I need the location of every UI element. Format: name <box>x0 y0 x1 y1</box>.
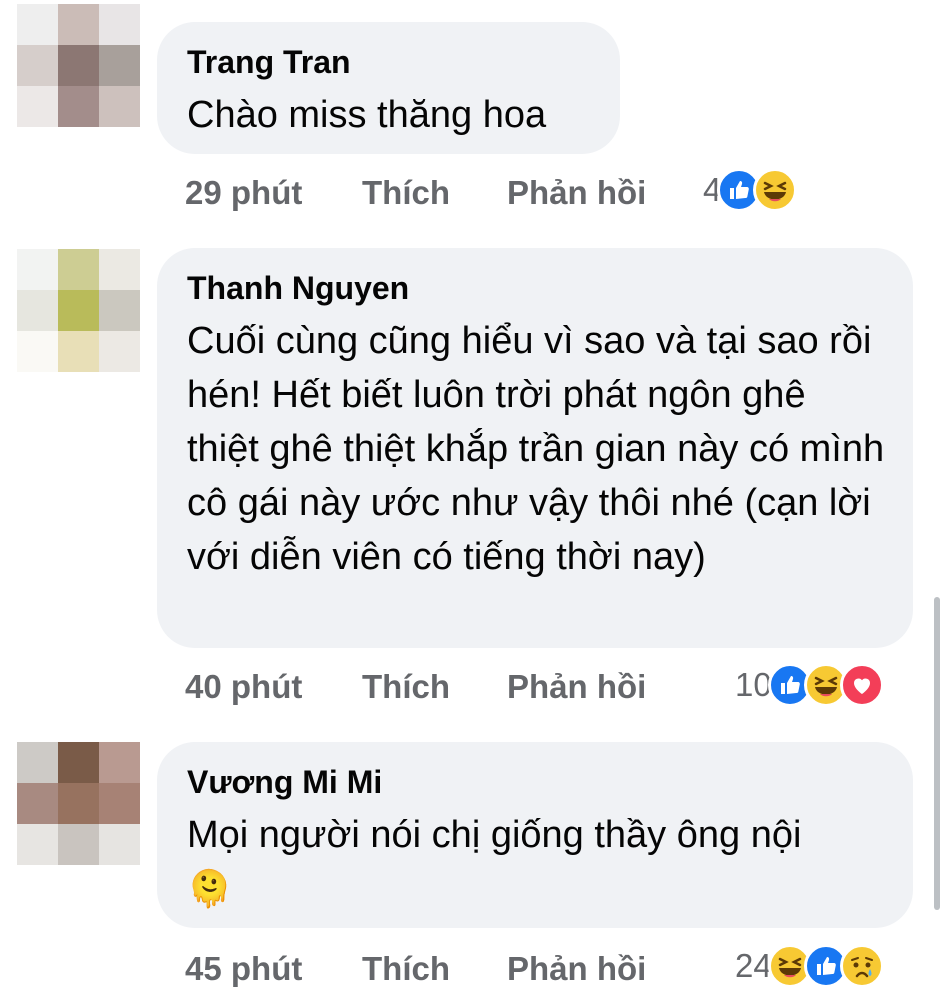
comment-actions: 40 phút Thích Phản hồi <box>185 662 646 712</box>
avatar-pixel <box>99 824 140 865</box>
avatar-pixel <box>99 290 140 331</box>
reaction-count: 24 <box>735 947 772 984</box>
avatar-pixel <box>58 86 99 127</box>
avatar-pixel <box>17 45 58 86</box>
like-button[interactable]: Thích <box>362 950 507 988</box>
avatar-pixel <box>99 4 140 45</box>
avatar-pixel <box>17 249 58 290</box>
melting-face-emoji: 🫠 <box>187 869 232 910</box>
avatar-pixel <box>99 742 140 783</box>
avatar-pixel <box>58 45 99 86</box>
comment-actions: 45 phút Thích Phản hồi <box>185 944 646 994</box>
avatar[interactable] <box>17 742 140 865</box>
avatar-pixel <box>58 824 99 865</box>
avatar-pixel <box>58 4 99 45</box>
avatar-pixel <box>17 331 58 372</box>
comment-author[interactable]: Vương Mi Mi <box>187 762 885 802</box>
avatar[interactable] <box>17 249 140 372</box>
avatar-pixel <box>99 331 140 372</box>
comment-text: Cuối cùng cũng hiểu vì sao và tại sao rồ… <box>187 320 885 578</box>
reaction-summary[interactable]: 24 <box>735 944 884 988</box>
comment-time[interactable]: 29 phút <box>185 174 362 212</box>
reaction-summary[interactable]: 4 <box>703 168 798 212</box>
reaction-summary[interactable]: 10 <box>735 663 884 707</box>
avatar-pixel <box>99 45 140 86</box>
avatar-pixel <box>17 4 58 45</box>
scrollbar[interactable] <box>934 597 940 910</box>
like-button[interactable]: Thích <box>362 668 507 706</box>
haha-icon <box>753 168 798 212</box>
avatar-pixel <box>58 249 99 290</box>
avatar[interactable] <box>17 4 140 127</box>
avatar-pixel <box>99 783 140 824</box>
comment-time[interactable]: 40 phút <box>185 668 362 706</box>
avatar-pixel <box>17 290 58 331</box>
avatar-pixel <box>58 331 99 372</box>
avatar-pixel <box>58 742 99 783</box>
avatar-pixel <box>58 290 99 331</box>
avatar-pixel <box>17 824 58 865</box>
reply-button[interactable]: Phản hồi <box>507 174 646 212</box>
comment-text: Mọi người nói chị giống thầy ông nội 🫠 <box>187 808 885 917</box>
comment-time[interactable]: 45 phút <box>185 950 362 988</box>
comment-author[interactable]: Thanh Nguyen <box>187 268 885 308</box>
reply-button[interactable]: Phản hồi <box>507 950 646 988</box>
like-button[interactable]: Thích <box>362 174 507 212</box>
avatar-pixel <box>17 86 58 127</box>
sad-icon <box>839 944 884 988</box>
comment-actions: 29 phút Thích Phản hồi <box>185 168 646 218</box>
love-icon <box>839 663 884 707</box>
reaction-count: 10 <box>735 666 772 703</box>
reply-button[interactable]: Phản hồi <box>507 668 646 706</box>
comment-bubble: Vương Mi Mi Mọi người nói chị giống thầy… <box>157 742 913 928</box>
comment-text: Chào miss thăng hoa <box>187 94 547 136</box>
avatar-pixel <box>17 742 58 783</box>
avatar-pixel <box>99 86 140 127</box>
comment-bubble: Trang Tran Chào miss thăng hoa <box>157 22 620 154</box>
comment-author[interactable]: Trang Tran <box>187 42 592 82</box>
avatar-pixel <box>58 783 99 824</box>
avatar-pixel <box>99 249 140 290</box>
avatar-pixel <box>17 783 58 824</box>
comment-bubble: Thanh Nguyen Cuối cùng cũng hiểu vì sao … <box>157 248 913 648</box>
comment-text-body: Mọi người nói chị giống thầy ông nội <box>187 814 802 856</box>
